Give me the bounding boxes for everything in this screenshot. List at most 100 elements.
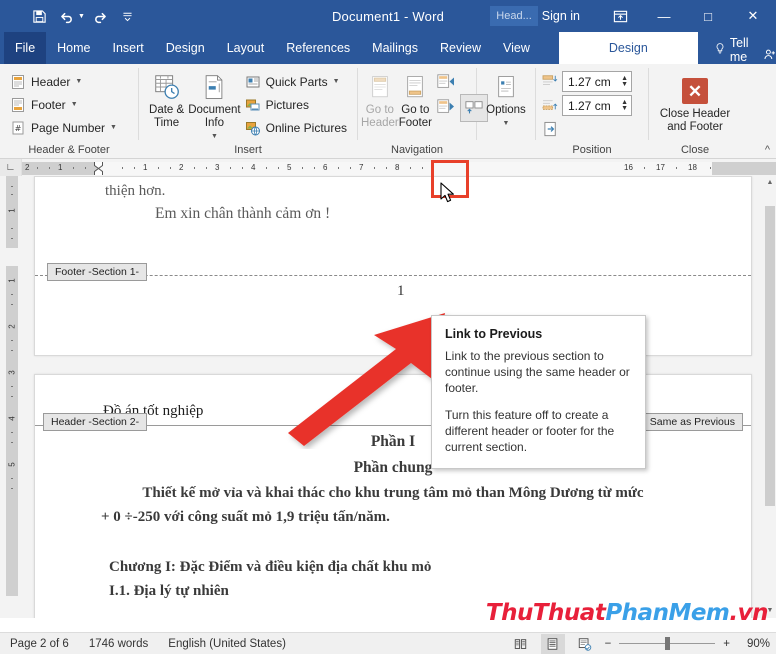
spinner-arrows-icon[interactable]: ▲ ▼ xyxy=(621,75,628,88)
header-button[interactable]: Header ▼ xyxy=(6,70,86,93)
scrollbar-thumb[interactable] xyxy=(765,206,775,506)
insert-alignment-tab-icon[interactable] xyxy=(543,121,559,137)
footer-from-bottom-input[interactable]: 1.27 cm ▲ ▼ xyxy=(562,95,632,116)
group-label-close: Close xyxy=(680,144,710,156)
collapse-ribbon-button[interactable]: ^ xyxy=(765,144,770,156)
vruler-tick: 3 xyxy=(7,370,17,375)
tooltip-title: Link to Previous xyxy=(445,327,543,341)
tab-home[interactable]: Home xyxy=(46,32,101,64)
sign-in-button[interactable]: Sign in xyxy=(542,9,580,23)
footer-section-tag: Footer -Section 1- xyxy=(47,263,148,281)
same-as-previous-tag: Same as Previous xyxy=(641,413,743,431)
page-number-icon: # xyxy=(10,120,26,136)
minimize-button[interactable]: — xyxy=(642,0,686,32)
group-label-header-footer: Header & Footer xyxy=(28,144,110,156)
page2-line-3: Thiết kế mở vỉa và khai thác cho khu tru… xyxy=(142,485,644,501)
chevron-down-icon[interactable]: ▼ xyxy=(211,130,218,143)
document-canvas[interactable]: thiện hơn. Em xin chân thành cảm ơn ! Fo… xyxy=(22,176,764,618)
close-header-and-footer-button[interactable]: ✕ Close Header and Footer xyxy=(655,72,735,134)
document-work-area: ∟ 2 1 1 2 3 4 5 6 7 8 16 17 18 1 1 2 3 4… xyxy=(0,159,776,618)
go-to-footer-label: Go to Footer xyxy=(398,104,432,129)
close-header-footer-label: Close Header and Footer xyxy=(659,108,731,133)
chevron-down-icon[interactable]: ▼ xyxy=(71,101,78,108)
vertical-scrollbar[interactable]: ▲ ▼ xyxy=(764,176,776,618)
footer-label: Footer xyxy=(31,97,66,112)
tab-mailings[interactable]: Mailings xyxy=(361,32,429,64)
page1-line-2: Em xin chân thành cảm ơn ! xyxy=(155,205,331,222)
vruler-tick: 2 xyxy=(7,324,17,329)
watermark-part-3: .vn xyxy=(729,600,768,626)
group-label-insert: Insert xyxy=(234,144,262,156)
go-to-footer-button[interactable]: Go to Footer xyxy=(399,68,432,130)
date-and-time-button[interactable]: Date & Time xyxy=(145,68,188,130)
quick-parts-label: Quick Parts xyxy=(265,74,328,89)
zoom-slider-thumb[interactable] xyxy=(665,637,671,650)
svg-text:#: # xyxy=(15,124,22,133)
footer-page-number: 1 xyxy=(397,283,405,299)
previous-section-icon[interactable] xyxy=(432,70,458,94)
status-bar: Page 2 of 6 1746 words English (United S… xyxy=(0,632,776,654)
tab-insert[interactable]: Insert xyxy=(102,32,155,64)
tab-design[interactable]: Design xyxy=(155,32,216,64)
footer-position-icon xyxy=(542,98,558,114)
word-count[interactable]: 1746 words xyxy=(89,638,148,650)
print-layout-view-icon[interactable] xyxy=(540,633,565,654)
horizontal-ruler[interactable]: ∟ 2 1 1 2 3 4 5 6 7 8 16 17 18 xyxy=(0,159,776,176)
go-to-footer-icon xyxy=(402,70,428,104)
next-section-icon[interactable] xyxy=(432,95,458,119)
chevron-down-icon[interactable]: ▼ xyxy=(333,78,340,85)
vertical-ruler[interactable]: 1 1 2 3 4 5 xyxy=(0,176,22,618)
read-mode-view-icon[interactable] xyxy=(509,634,533,654)
share-button[interactable]: Share xyxy=(763,48,776,64)
web-layout-view-icon[interactable] xyxy=(573,634,597,654)
chevron-down-icon[interactable]: ▼ xyxy=(110,124,117,131)
header-footer-chip: Head... xyxy=(490,6,538,26)
tab-header-footer-design[interactable]: Design xyxy=(558,32,698,64)
tab-view[interactable]: View xyxy=(492,32,541,64)
vruler-tick: 4 xyxy=(7,416,17,421)
ribbon-display-options-icon[interactable] xyxy=(598,0,642,32)
online-pictures-button[interactable]: Online Pictures xyxy=(241,116,351,139)
zoom-level[interactable]: 90% xyxy=(738,638,770,650)
tab-review[interactable]: Review xyxy=(429,32,492,64)
close-button[interactable]: ✕ xyxy=(730,0,776,32)
watermark-part-2: PhanMem xyxy=(605,600,730,626)
language-indicator[interactable]: English (United States) xyxy=(168,638,286,650)
indent-marker-icon[interactable] xyxy=(94,162,103,175)
scroll-up-icon[interactable]: ▲ xyxy=(764,176,776,190)
maximize-button[interactable]: □ xyxy=(686,0,730,32)
header-from-top-input[interactable]: 1.27 cm ▲ ▼ xyxy=(562,71,632,92)
header-footer-options-button[interactable]: Options ▼ xyxy=(483,68,529,130)
tell-me-button[interactable]: Tell me xyxy=(714,36,749,64)
tooltip-paragraph-1: Link to the previous section to continue… xyxy=(445,349,630,395)
tab-layout[interactable]: Layout xyxy=(216,32,276,64)
go-to-header-button[interactable]: Go to Header xyxy=(361,68,399,130)
page-indicator[interactable]: Page 2 of 6 xyxy=(10,638,69,650)
document-info-icon xyxy=(200,70,228,104)
document-info-label: Document Info xyxy=(188,104,241,129)
horizontal-ruler-strip[interactable]: 2 1 1 2 3 4 5 6 7 8 16 17 18 xyxy=(22,162,776,175)
chevron-down-icon[interactable]: ▼ xyxy=(503,117,510,130)
page-number-button[interactable]: # Page Number ▼ xyxy=(6,116,121,139)
watermark-logo: ThuThuatPhanMem.vn xyxy=(486,600,769,626)
header-label: Header xyxy=(31,74,71,89)
ribbon-group-header-footer: Header ▼ Footer ▼ # Page Number ▼ Header… xyxy=(0,64,138,159)
quick-parts-button[interactable]: Quick Parts ▼ xyxy=(241,70,351,93)
close-header-footer-icon: ✕ xyxy=(682,74,708,108)
tab-references[interactable]: References xyxy=(275,32,361,64)
zoom-in-button[interactable]: + xyxy=(723,638,730,650)
chevron-down-icon[interactable]: ▼ xyxy=(75,78,82,85)
pictures-icon xyxy=(245,97,261,113)
vruler-tick: 1 xyxy=(7,208,17,213)
page2-line-6: I.1. Địa lý tự nhiên xyxy=(109,583,229,599)
share-person-icon xyxy=(763,48,776,64)
pictures-button[interactable]: Pictures xyxy=(241,93,351,116)
spinner-arrows-icon[interactable]: ▲ ▼ xyxy=(621,99,628,112)
tab-file[interactable]: File xyxy=(4,32,47,64)
left-tab-stop-icon[interactable]: ∟ xyxy=(0,159,22,176)
zoom-out-button[interactable]: − xyxy=(605,638,612,650)
zoom-slider[interactable] xyxy=(619,637,716,651)
footer-button[interactable]: Footer ▼ xyxy=(6,93,82,116)
document-info-button[interactable]: Document Info ▼ xyxy=(188,68,241,143)
page2-line-5: Chương I: Đặc Điểm và điều kiện địa chất… xyxy=(109,559,432,575)
